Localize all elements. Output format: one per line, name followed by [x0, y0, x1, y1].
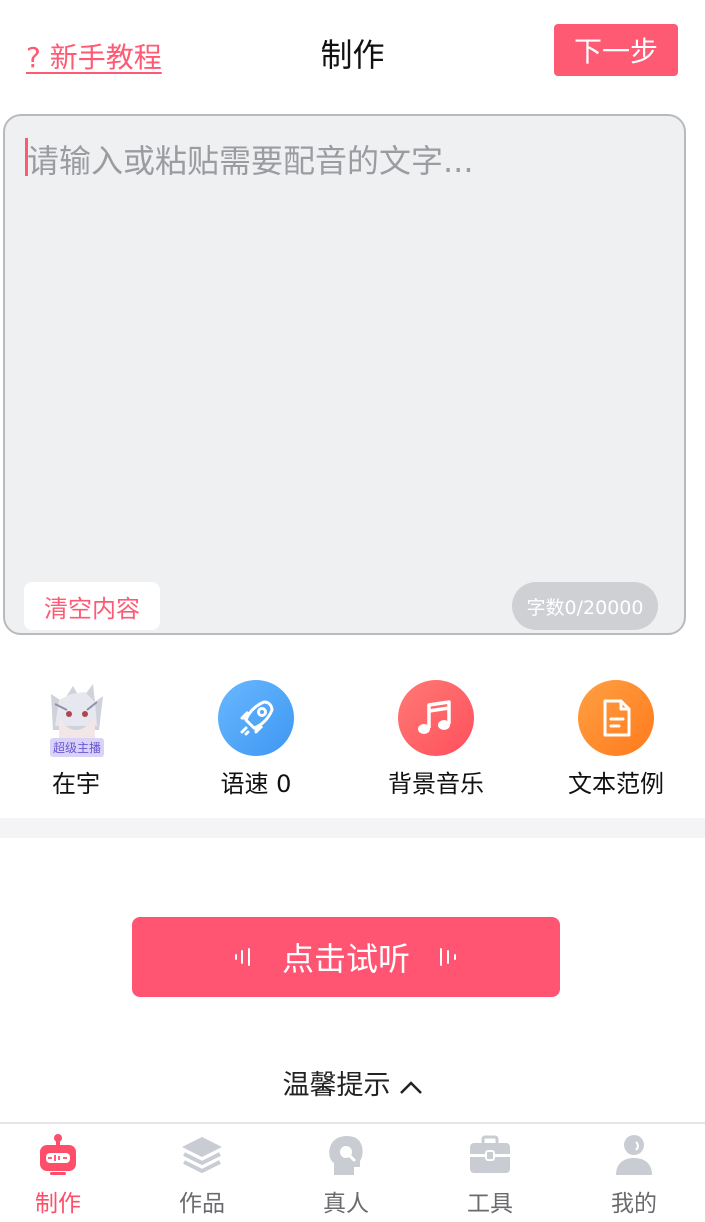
music-label: 背景音乐 [388, 770, 484, 798]
text-sample[interactable]: 文本范例 [546, 680, 686, 799]
tab-label: 真人 [323, 1191, 369, 1217]
bottom-tab-bar: 制作 作品 真人 工具 我的 [0, 1122, 705, 1222]
tab-works[interactable]: 作品 [142, 1132, 262, 1218]
tab-make[interactable]: 制作 [0, 1132, 118, 1218]
super-anchor-badge: 超级主播 [50, 738, 105, 757]
text-input-area[interactable]: 请输入或粘贴需要配音的文字... 清空内容 字数0/20000 [3, 114, 686, 635]
tab-label: 作品 [179, 1191, 225, 1217]
voice-name: 在宇 [52, 770, 100, 798]
background-music[interactable]: 背景音乐 [366, 680, 506, 799]
clear-content-button[interactable]: 清空内容 [24, 582, 160, 630]
avatar: 超级主播 [45, 680, 107, 757]
rocket-icon [218, 680, 294, 756]
section-divider [0, 818, 705, 838]
text-input-placeholder: 请输入或粘贴需要配音的文字... [27, 142, 474, 180]
chevron-up-icon [399, 1080, 422, 1094]
document-icon [578, 680, 654, 756]
preview-listen-label: 点击试听 [281, 940, 410, 978]
tips-toggle[interactable]: 温馨提示 [0, 1063, 705, 1102]
voice-selector[interactable]: 超级主播 在宇 [6, 680, 146, 799]
toolbox-icon [470, 1135, 510, 1173]
speed-setting[interactable]: 语速 0 [186, 680, 326, 799]
music-note-icon [398, 680, 474, 756]
anchor-avatar-icon [45, 680, 107, 742]
sample-label: 文本范例 [568, 770, 664, 798]
preview-listen-button[interactable]: 点击试听 [132, 917, 560, 997]
tab-human[interactable]: 真人 [286, 1132, 406, 1218]
robot-icon [40, 1134, 76, 1175]
tab-label: 工具 [467, 1191, 513, 1217]
tips-label: 温馨提示 [282, 1070, 391, 1101]
sound-wave-icon [440, 948, 456, 966]
tool-row: 超级主播 在宇 语速 0 背景音乐 文本范例 [0, 664, 705, 818]
next-step-button[interactable]: 下一步 [554, 24, 678, 76]
tab-tools[interactable]: 工具 [430, 1132, 550, 1218]
tab-label: 制作 [35, 1191, 81, 1217]
human-voice-icon [329, 1135, 363, 1175]
tab-mine[interactable]: 我的 [574, 1132, 694, 1218]
char-counter: 字数0/20000 [512, 582, 658, 630]
profile-icon [616, 1135, 652, 1175]
layers-icon [182, 1137, 222, 1173]
tab-label: 我的 [611, 1191, 657, 1217]
speed-label: 语速 0 [220, 770, 292, 798]
header: ? 新手教程 制作 下一步 [0, 0, 705, 100]
sound-wave-icon [234, 948, 250, 966]
